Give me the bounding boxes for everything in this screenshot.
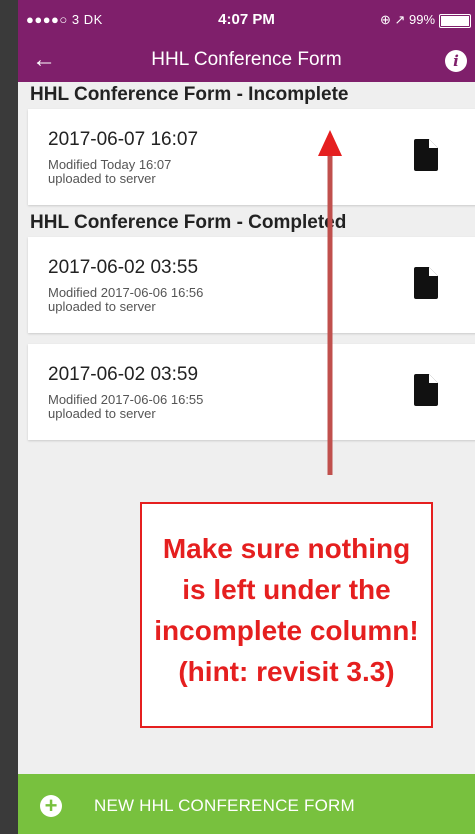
form-entry-card[interactable]: 2017-06-02 03:59 Modified 2017-06-06 16:… xyxy=(28,344,475,440)
entry-modified: Modified 2017-06-06 16:55 xyxy=(48,392,204,407)
entry-date: 2017-06-02 03:55 xyxy=(48,257,199,278)
phone-screen: ●●●●○ 3 DK 4:07 PM ⊕ ↗ 99% ← HHL Confere… xyxy=(18,0,475,834)
new-form-button[interactable]: + NEW HHL CONFERENCE FORM xyxy=(18,774,475,834)
annotation-line: incomplete column! xyxy=(154,615,419,646)
entry-modified: Modified Today 16:07 xyxy=(48,157,172,172)
info-icon[interactable]: i xyxy=(445,50,467,72)
app-bar: ← HHL Conference Form i xyxy=(18,38,475,82)
entry-modified: Modified 2017-06-06 16:56 xyxy=(48,285,204,300)
annotation-line: (hint: revisit 3.3) xyxy=(178,656,395,687)
annotation-line: Make sure nothing xyxy=(162,533,411,564)
incomplete-section-header: HHL Conference Form - Incomplete xyxy=(30,84,349,105)
entry-upload-status: uploaded to server xyxy=(48,171,156,186)
completed-section-header: HHL Conference Form - Completed xyxy=(30,212,347,233)
battery-icon xyxy=(439,14,471,28)
app-bar-title: HHL Conference Form xyxy=(151,49,342,70)
annotation-line: is left under the xyxy=(182,574,391,605)
entry-date: 2017-06-02 03:59 xyxy=(48,364,199,385)
annotation-note: Make sure nothing is left under the inco… xyxy=(140,502,433,728)
document-icon xyxy=(414,139,438,171)
form-entry-card[interactable]: 2017-06-07 16:07 Modified Today 16:07 up… xyxy=(28,109,475,205)
entry-date: 2017-06-07 16:07 xyxy=(48,129,199,150)
status-indicators: ⊕ ↗ 99% xyxy=(379,12,435,27)
annotation-arrow xyxy=(318,130,342,475)
entry-upload-status: uploaded to server xyxy=(48,299,156,314)
entry-upload-status: uploaded to server xyxy=(48,406,156,421)
new-form-label: NEW HHL CONFERENCE FORM xyxy=(94,796,355,815)
document-icon xyxy=(414,374,438,406)
status-bar: ●●●●○ 3 DK 4:07 PM ⊕ ↗ 99% xyxy=(18,0,475,40)
form-entry-card[interactable]: 2017-06-02 03:55 Modified 2017-06-06 16:… xyxy=(28,237,475,333)
document-icon xyxy=(414,267,438,299)
plus-icon: + xyxy=(40,795,62,817)
